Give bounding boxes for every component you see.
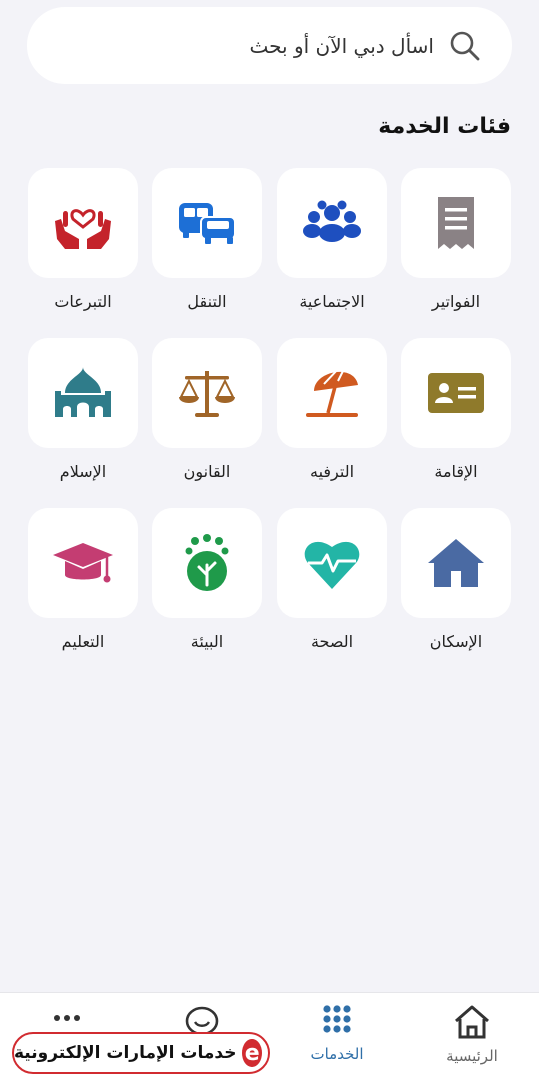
category-education-label: التعليم <box>61 632 105 651</box>
category-health-label: الصحة <box>310 632 354 651</box>
search-placeholder: اسأل دبي الآن أو بحث <box>249 33 435 58</box>
category-education[interactable] <box>28 508 138 618</box>
e-logo-icon: e <box>242 1039 262 1067</box>
home-icon <box>455 1005 489 1039</box>
receipt-icon <box>438 197 474 249</box>
scales-icon <box>179 371 235 417</box>
grid-icon <box>323 1005 351 1033</box>
heartbeat-icon <box>304 541 360 589</box>
category-social[interactable] <box>277 168 387 278</box>
people-icon <box>303 200 361 242</box>
brand-badge: e خدمات الإمارات الإلكترونية <box>12 1032 270 1074</box>
nav-home-label: الرئيسية <box>446 1047 498 1065</box>
category-transport-label: التنقل <box>187 292 227 311</box>
category-housing-label: الإسكان <box>429 632 483 651</box>
category-bills-label: الفواتير <box>431 292 481 311</box>
category-environment[interactable] <box>152 508 262 618</box>
nav-home[interactable]: الرئيسية <box>430 1003 514 1065</box>
category-donations[interactable] <box>28 168 138 278</box>
category-transport[interactable] <box>152 168 262 278</box>
nav-services[interactable]: الخدمات <box>295 1003 379 1063</box>
category-entertainment-label: الترفيه <box>309 462 355 481</box>
category-bills[interactable] <box>401 168 511 278</box>
mosque-icon <box>55 367 111 417</box>
category-social-label: الاجتماعية <box>299 292 365 311</box>
more-dots-icon <box>54 1015 80 1021</box>
house-icon <box>428 539 484 587</box>
category-health[interactable] <box>277 508 387 618</box>
id-card-icon <box>428 373 484 413</box>
category-residency-label: الإقامة <box>434 462 478 481</box>
tree-leaf-icon <box>185 534 229 591</box>
category-housing[interactable] <box>401 508 511 618</box>
search-bar[interactable]: اسأل دبي الآن أو بحث <box>27 7 512 84</box>
category-law[interactable] <box>152 338 262 448</box>
beach-umbrella-icon <box>306 366 358 417</box>
search-icon <box>450 31 480 60</box>
nav-more[interactable] <box>50 1009 84 1028</box>
vehicles-icon <box>179 203 236 244</box>
nav-services-label: الخدمات <box>310 1045 364 1063</box>
brand-text: خدمات الإمارات الإلكترونية <box>14 1043 237 1063</box>
section-title: فئات الخدمة <box>378 114 511 139</box>
category-islam-label: الإسلام <box>59 462 107 481</box>
donation-hands-icon <box>55 209 111 249</box>
category-islam[interactable] <box>28 338 138 448</box>
category-law-label: القانون <box>183 462 231 481</box>
graduation-cap-icon <box>53 543 113 583</box>
category-environment-label: البيئة <box>190 632 224 651</box>
category-donations-label: التبرعات <box>54 292 112 311</box>
category-residency[interactable] <box>401 338 511 448</box>
category-entertainment[interactable] <box>277 338 387 448</box>
